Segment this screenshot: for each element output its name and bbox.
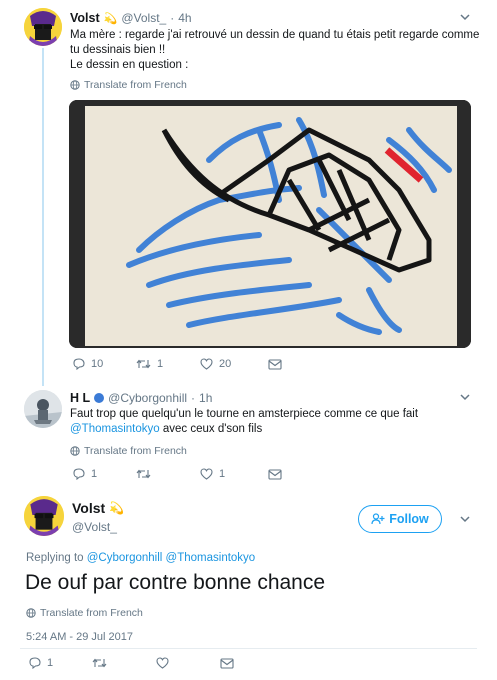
translate-link[interactable]: Translate from French: [26, 607, 143, 619]
main-tweet-text: De ouf par contre bonne chance: [25, 571, 326, 594]
translate-link[interactable]: Translate from French: [70, 79, 187, 91]
direct-message-button[interactable]: [220, 657, 234, 669]
retweet-button[interactable]: [136, 468, 200, 480]
author-name[interactable]: H L: [70, 391, 90, 405]
reply-button[interactable]: 1: [28, 657, 92, 669]
avatar[interactable]: [24, 8, 62, 46]
more-options-button[interactable]: [458, 512, 472, 531]
tweet-actions: 1 1: [72, 468, 372, 480]
retweet-icon: [136, 469, 151, 479]
retweet-button[interactable]: 1: [136, 358, 200, 370]
separator-dot: ·: [191, 391, 196, 405]
translate-link[interactable]: Translate from French: [70, 445, 187, 457]
thread-line: [42, 48, 44, 386]
heart-icon: [156, 657, 169, 669]
heart-icon: [200, 468, 213, 480]
tweet-actions: 10 1 20: [72, 358, 372, 370]
like-count: 1: [219, 468, 226, 480]
tweet-time[interactable]: 4h: [178, 11, 191, 25]
globe-icon: [26, 608, 36, 618]
follow-button[interactable]: Follow: [358, 505, 442, 533]
author-handle[interactable]: @Volst_: [121, 11, 166, 25]
separator-dot: ·: [170, 11, 175, 25]
person-plus-icon: [371, 513, 385, 525]
replying-to: Replying to @Cyborgonhill @Thomasintokyo: [26, 552, 256, 564]
direct-message-button[interactable]: [268, 468, 282, 480]
chevron-down-icon: [460, 516, 470, 523]
reply-count: 1: [91, 468, 98, 480]
reply-count: 1: [47, 657, 54, 669]
tweet-text: Ma mère : regarde j'ai retrouvé un dessi…: [70, 29, 480, 71]
envelope-icon: [268, 358, 282, 370]
more-options-button[interactable]: [458, 10, 472, 29]
mention-link[interactable]: @Cyborgonhill: [87, 552, 163, 564]
name-emoji-icon: [94, 393, 105, 403]
reply-button[interactable]: 1: [72, 468, 136, 480]
mention-link[interactable]: @Thomasintokyo: [166, 552, 256, 564]
author-handle[interactable]: @Cyborgonhill: [108, 391, 187, 405]
reply-button[interactable]: 10: [72, 358, 136, 370]
verified-emoji-badge: 💫: [103, 12, 118, 25]
divider: [20, 648, 477, 649]
retweet-icon: [136, 359, 151, 369]
globe-icon: [70, 446, 80, 456]
like-button[interactable]: 1: [200, 468, 268, 480]
heart-icon: [200, 358, 213, 370]
tweet-actions: 1: [28, 657, 328, 669]
tweet-text: Faut trop que quelqu'un le tourne en ams…: [70, 408, 419, 435]
tweet-image[interactable]: [69, 100, 471, 348]
like-count: 20: [219, 358, 232, 370]
chevron-down-icon: [460, 394, 470, 401]
envelope-icon: [220, 657, 234, 669]
chevron-down-icon: [460, 14, 470, 21]
verified-emoji-badge: 💫: [109, 501, 125, 515]
like-button[interactable]: [156, 657, 220, 669]
reply-icon: [73, 358, 85, 370]
tweet-time[interactable]: 1h: [199, 391, 212, 405]
retweet-count: 1: [157, 358, 164, 370]
reply-count: 10: [91, 358, 104, 370]
author-name[interactable]: Volst: [70, 11, 100, 25]
direct-message-button[interactable]: [268, 358, 282, 370]
retweet-icon: [92, 658, 107, 668]
retweet-button[interactable]: [92, 657, 156, 669]
avatar[interactable]: [24, 390, 62, 428]
avatar[interactable]: [24, 496, 64, 536]
reply-icon: [29, 657, 41, 669]
envelope-icon: [268, 468, 282, 480]
author-handle[interactable]: @Volst_: [72, 520, 117, 534]
globe-icon: [70, 80, 80, 90]
tweet-timestamp[interactable]: 5:24 AM - 29 Jul 2017: [26, 631, 133, 643]
mention-link[interactable]: @Thomasintokyo: [70, 423, 160, 435]
reply-icon: [73, 468, 85, 480]
author-name[interactable]: Volst: [72, 500, 105, 516]
like-button[interactable]: 20: [200, 358, 268, 370]
